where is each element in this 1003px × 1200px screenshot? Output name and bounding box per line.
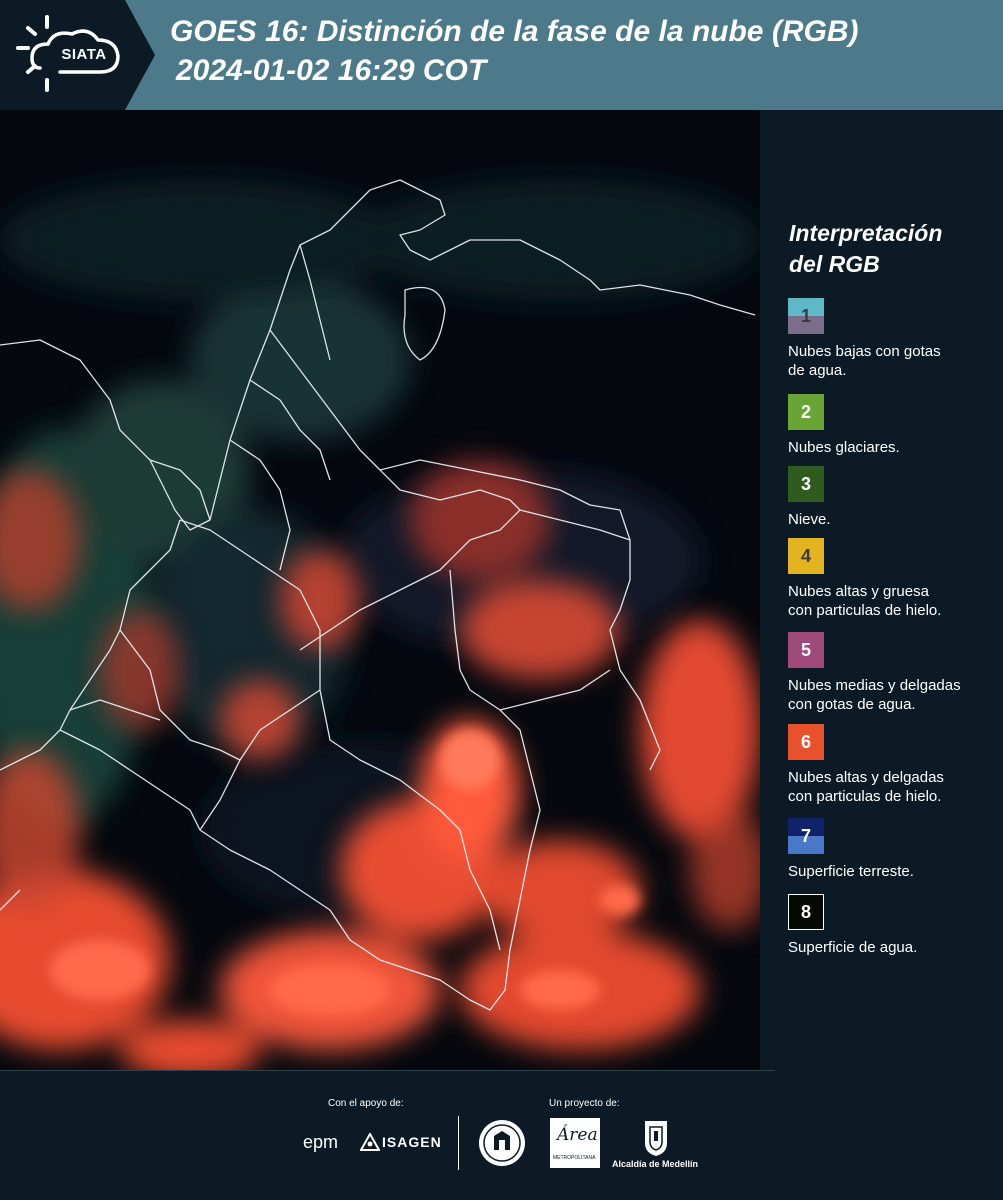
project-label: Un proyecto de: xyxy=(549,1098,620,1109)
legend-title: Interpretación del RGB xyxy=(789,218,942,280)
legend-number-2: 2 xyxy=(800,401,811,422)
legend-item-6: 6 Nubes altas y delgadas con particulas … xyxy=(788,724,1003,806)
legend-label-6-line1: Nubes altas y delgadas xyxy=(788,769,944,786)
legend-label-4: Nubes altas y gruesa con particulas de h… xyxy=(788,582,1003,620)
support-label: Con el apoyo de: xyxy=(328,1098,404,1109)
legend-swatch-6: 6 xyxy=(788,724,824,760)
isagen-logo: ISAGEN xyxy=(382,1134,442,1150)
satellite-map xyxy=(0,110,760,1070)
footer-divider xyxy=(458,1116,459,1170)
legend-number-6: 6 xyxy=(800,731,811,752)
legend-number-4: 4 xyxy=(800,545,811,566)
legend-number-1: 1 xyxy=(800,305,811,326)
legend-label-1-line1: Nubes bajas con gotas xyxy=(788,343,941,360)
legend-label-1-line2: de agua. xyxy=(788,362,847,379)
legend-item-3: 3 Nieve. xyxy=(788,466,1003,529)
legend-title-line2: del RGB xyxy=(789,251,880,277)
page-timestamp: 2024-01-02 16:29 COT xyxy=(176,54,487,87)
legend-label-2: Nubes glaciares. xyxy=(788,439,900,456)
legend-label-5-line1: Nubes medias y delgadas xyxy=(788,677,961,694)
legend-item-7: 7 Superficie terreste. xyxy=(788,818,1003,881)
legend-number-3: 3 xyxy=(800,473,811,494)
legend-label-1: Nubes bajas con gotas de agua. xyxy=(788,342,1003,380)
legend-swatch-3: 3 xyxy=(788,466,824,502)
medellin-shield-icon xyxy=(645,1121,667,1156)
legend-label-4-line2: con particulas de hielo. xyxy=(788,602,942,619)
legend-label-5-line2: con gotas de agua. xyxy=(788,696,916,713)
legend-number-5: 5 xyxy=(800,639,811,660)
epm-logo: epm xyxy=(303,1132,339,1152)
legend-swatch-8: 8 xyxy=(788,894,824,930)
legend-label-4-line1: Nubes altas y gruesa xyxy=(788,583,929,600)
legend-swatch-4: 4 xyxy=(788,538,824,574)
legend-label-7: Superficie terreste. xyxy=(788,863,914,880)
siata-logo: SIATA xyxy=(0,0,160,110)
legend-panel: Interpretación del RGB 1 Nubes bajas con… xyxy=(762,110,1003,1070)
legend-number-8: 8 xyxy=(800,901,811,922)
satellite-rgb-image xyxy=(0,110,760,1070)
legend-item-1: 1 Nubes bajas con gotas de agua. xyxy=(788,298,1003,380)
legend-item-2: 2 Nubes glaciares. xyxy=(788,394,1003,457)
legend-label-6-line2: con particulas de hielo. xyxy=(788,788,942,805)
legend-swatch-5: 5 xyxy=(788,632,824,668)
header-bar: SIATA GOES 16: Distinción de la fase de … xyxy=(0,0,1003,110)
area-logo-script: Área xyxy=(557,1125,598,1145)
area-logo-small: METROPOLITANA xyxy=(553,1155,596,1161)
legend-item-4: 4 Nubes altas y gruesa con particulas de… xyxy=(788,538,1003,620)
legend-number-7: 7 xyxy=(800,825,811,846)
legend-label-3: Nieve. xyxy=(788,511,831,528)
siata-logo-text: SIATA xyxy=(61,46,107,63)
isagen-icon xyxy=(360,1133,380,1151)
legend-title-line1: Interpretación xyxy=(789,220,943,246)
area-metropolitana-logo: Área METROPOLITANA xyxy=(550,1118,600,1168)
alcaldia-medellin-logo: Alcaldía de Medellín xyxy=(612,1159,699,1169)
antioquia-seal-icon xyxy=(479,1120,525,1166)
footer: Con el apoyo de: Un proyecto de: epm ISA… xyxy=(0,1070,1003,1200)
legend-swatch-2: 2 xyxy=(788,394,824,430)
legend-label-6: Nubes altas y delgadas con particulas de… xyxy=(788,768,1003,806)
legend-label-8: Superficie de agua. xyxy=(788,939,918,956)
legend-item-5: 5 Nubes medias y delgadas con gotas de a… xyxy=(788,632,1003,714)
legend-label-5: Nubes medias y delgadas con gotas de agu… xyxy=(788,676,1003,714)
legend-swatch-7: 7 xyxy=(788,818,824,854)
page-title: GOES 16: Distinción de la fase de la nub… xyxy=(170,15,859,48)
footer-rule xyxy=(0,1070,775,1071)
legend-item-8: 8 Superficie de agua. xyxy=(788,894,1003,957)
legend-swatch-1: 1 xyxy=(788,298,824,334)
